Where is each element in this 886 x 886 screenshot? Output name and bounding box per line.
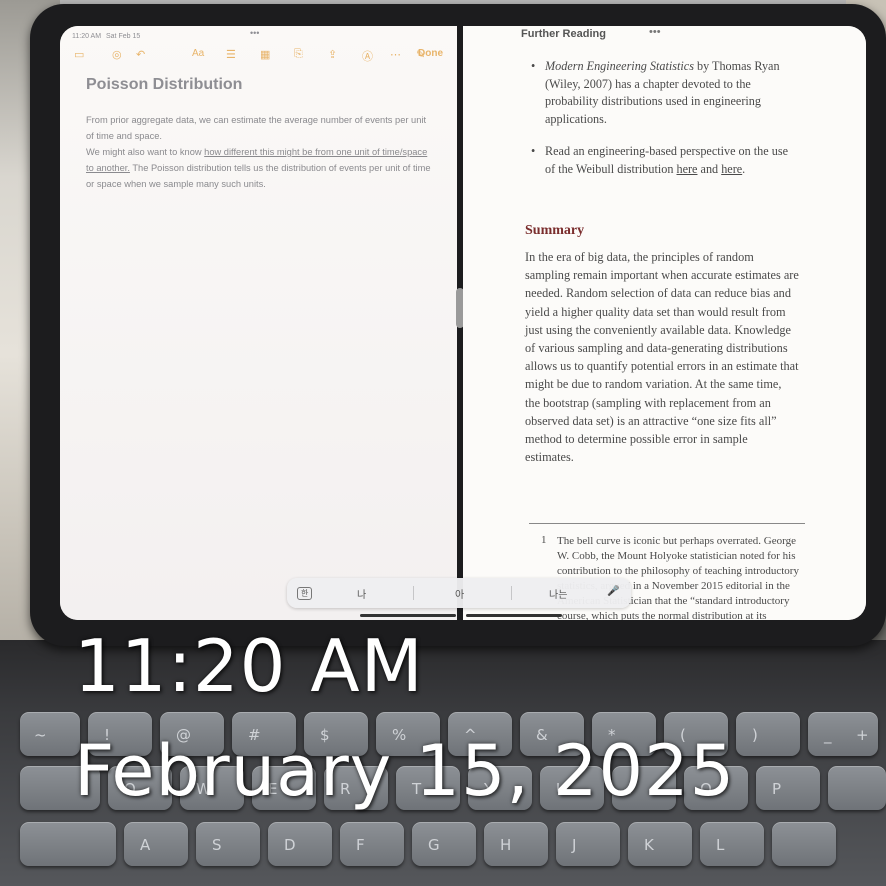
share-icon[interactable]: ⇪ xyxy=(328,48,337,61)
key-f[interactable] xyxy=(340,822,404,866)
key-l-label: L xyxy=(716,836,725,854)
further-reading-item: Modern Engineering Statistics by Thomas … xyxy=(531,58,795,128)
status-time: 11:20 AM xyxy=(72,33,102,40)
checklist-icon[interactable]: ☰ xyxy=(226,48,236,61)
key-semicolon[interactable] xyxy=(772,822,836,866)
share-people-icon[interactable]: ◎ xyxy=(112,48,122,61)
multitask-dots[interactable]: ••• xyxy=(250,28,259,38)
suggestion-1[interactable]: 나 xyxy=(357,586,366,601)
text-format-icon[interactable]: Aa xyxy=(192,48,204,59)
more-icon[interactable]: ⋯ xyxy=(390,48,401,61)
key-g[interactable] xyxy=(412,822,476,866)
note-line-2-prefix: We might also want to know xyxy=(86,147,205,157)
book-title: Modern Engineering Statistics xyxy=(545,59,694,73)
key-esc[interactable] xyxy=(20,712,80,756)
key-p[interactable] xyxy=(756,766,820,810)
undo-icon[interactable]: ↶ xyxy=(136,48,145,61)
status-date: Sat Feb 15 xyxy=(106,33,141,40)
key[interactable] xyxy=(736,712,800,756)
note-line-2: We might also want to know how different… xyxy=(86,144,431,192)
language-switch-button[interactable]: 한 xyxy=(297,587,313,600)
weibull-text: Read an engineering-based perspective on… xyxy=(545,144,788,176)
attachment-icon[interactable]: ⎘ xyxy=(294,48,303,61)
link-here-2[interactable]: here xyxy=(721,162,742,176)
suggestion-2[interactable]: 아 xyxy=(455,586,464,601)
suggestion-separator xyxy=(511,586,512,600)
note-body[interactable]: From prior aggregate data, we can estima… xyxy=(86,112,431,192)
home-indicator-right[interactable] xyxy=(466,614,562,617)
section-header: Further Reading xyxy=(521,28,606,40)
key-a[interactable] xyxy=(124,822,188,866)
markup-icon[interactable]: Ⓐ xyxy=(362,48,373,64)
further-reading-item: Read an engineering-based perspective on… xyxy=(531,143,795,178)
ipad-screen: 11:20 AM Sat Feb 15 ••• ▭ ◎ ↶ Aa ☰ ▦ ⎘ ⇪… xyxy=(60,26,866,620)
timestamp-date: February 15, 2025 xyxy=(74,730,736,812)
footnote-divider xyxy=(529,523,805,524)
key-k-label: K xyxy=(644,836,654,854)
link-here-1[interactable]: here xyxy=(677,162,698,176)
notes-toolbar: ▭ ◎ ↶ Aa ☰ ▦ ⎘ ⇪ Ⓐ ⋯ ✎ Done xyxy=(72,48,447,66)
note-title: Poisson Distribution xyxy=(86,76,243,93)
key-f-label: F xyxy=(356,836,365,854)
key-0-label: ) xyxy=(752,726,758,744)
and-text: and xyxy=(697,161,722,176)
key-j-label: J xyxy=(572,836,577,854)
key-tilde-label: ~ xyxy=(34,726,47,744)
key-s-label: S xyxy=(212,836,222,854)
footnote-number: 1 xyxy=(541,534,547,546)
key-p-label: P xyxy=(772,780,782,798)
note-line-1: From prior aggregate data, we can estima… xyxy=(86,115,427,141)
suggestion-3[interactable]: 나는 xyxy=(549,586,567,601)
notes-pane: 11:20 AM Sat Feb 15 ••• ▭ ◎ ↶ Aa ☰ ▦ ⎘ ⇪… xyxy=(60,26,457,620)
key-l[interactable] xyxy=(700,822,764,866)
key-g-label: G xyxy=(428,836,440,854)
home-indicator-left[interactable] xyxy=(360,614,456,617)
period-text: . xyxy=(742,161,746,176)
key-d[interactable] xyxy=(268,822,332,866)
key-bracket[interactable] xyxy=(828,766,886,810)
note-line-2-suffix: The Poisson distribution tells us the di… xyxy=(86,163,431,189)
key-h[interactable] xyxy=(484,822,548,866)
sidebar-icon[interactable]: ▭ xyxy=(74,48,84,61)
key-d-label: D xyxy=(284,836,296,854)
key-a-label: A xyxy=(140,836,151,854)
suggestion-separator xyxy=(413,586,414,600)
key-plus-label: + xyxy=(856,726,869,744)
key-j[interactable] xyxy=(556,822,620,866)
key-minus-label: _ xyxy=(824,726,832,744)
table-icon[interactable]: ▦ xyxy=(260,48,270,61)
keyboard-suggestion-bar: 한 나 아 나는 🎤 xyxy=(287,578,631,608)
key-k[interactable] xyxy=(628,822,692,866)
timestamp-time: 11:20 AM xyxy=(74,624,424,708)
key-h-label: H xyxy=(500,836,512,854)
multitask-dots-right[interactable]: ••• xyxy=(649,26,661,38)
summary-heading: Summary xyxy=(525,223,585,238)
microphone-icon[interactable]: 🎤 xyxy=(607,586,619,597)
done-button[interactable]: Done xyxy=(418,48,443,59)
key-s[interactable] xyxy=(196,822,260,866)
key-caps[interactable] xyxy=(20,822,116,866)
summary-paragraph: In the era of big data, the principles o… xyxy=(525,250,799,465)
reader-pane: Further Reading ••• Modern Engineering S… xyxy=(463,26,866,620)
